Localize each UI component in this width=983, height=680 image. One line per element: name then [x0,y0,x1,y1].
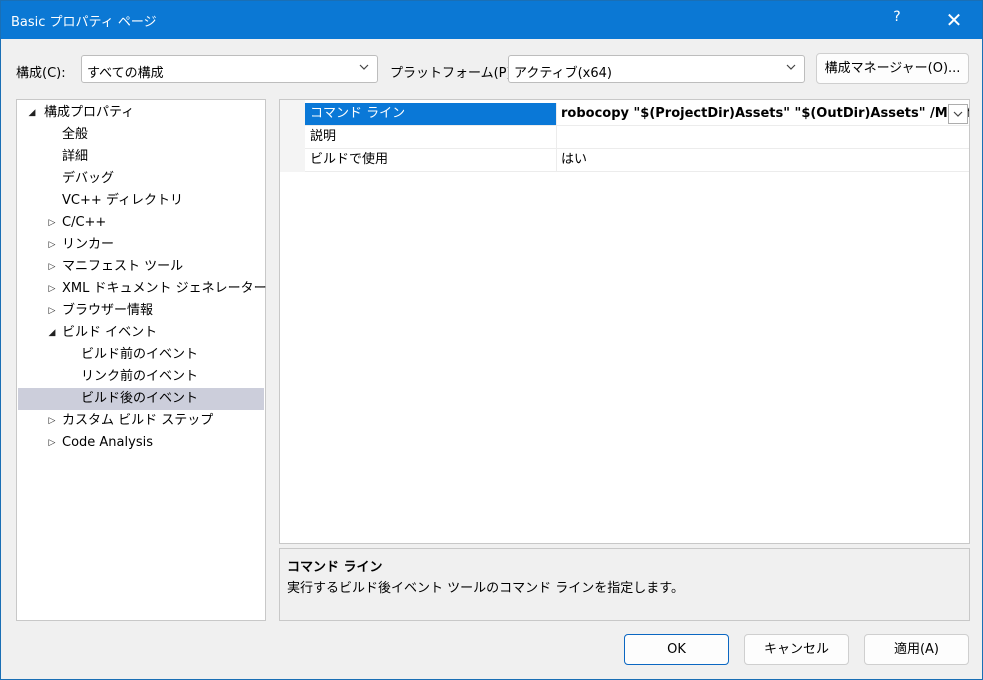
tree-item-label: XML ドキュメント ジェネレーター [62,281,267,296]
tree-item[interactable]: ▷ リンカー [18,234,264,256]
property-value[interactable]: robocopy "$(ProjectDir)Assets" "$(OutDir… [557,103,969,125]
collapsed-arrow-icon[interactable]: ▷ [46,432,58,454]
property-name: 説明 [305,126,557,148]
config-manager-label: 構成マネージャー(O)... [824,61,961,76]
grid-gutter [280,100,305,172]
tree-item-label: リンカー [62,237,115,252]
tree-item-label: デバッグ [62,171,115,186]
tree-item[interactable]: 詳細 [18,146,264,168]
value-dropdown-button[interactable] [948,104,968,124]
tree-item-label: ビルド イベント [62,325,158,340]
chevron-down-icon [786,64,796,70]
apply-label: 適用(A) [893,642,940,657]
property-pages-dialog: Basic プロパティ ページ ? ✕ 構成(C): すべての構成 プラットフォ… [0,0,983,680]
tree-item-label: ブラウザー情報 [62,303,154,318]
grid-row-use-in-build[interactable]: ビルドで使用 はい [305,149,969,172]
property-name: ビルドで使用 [305,149,557,171]
ok-button[interactable]: OK [624,634,729,665]
collapsed-arrow-icon[interactable]: ▷ [46,234,58,256]
config-label: 構成(C): [16,66,66,81]
tree-item-label: VC++ ディレクトリ [62,193,183,208]
tree-item-label: ビルド前のイベント [81,347,199,362]
window-title: Basic プロパティ ページ [11,15,157,30]
tree-item-label: カスタム ビルド ステップ [62,413,214,428]
collapsed-arrow-icon[interactable]: ▷ [46,410,58,432]
tree-item-label: ビルド後のイベント [81,391,199,406]
apply-button[interactable]: 適用(A) [864,634,969,665]
category-tree[interactable]: ◢ 構成プロパティ全般詳細デバッグ VC++ ディレクトリ ▷ C/C++ ▷ リンカー ▷ マ… [16,99,267,621]
chevron-down-icon [359,64,369,70]
collapsed-arrow-icon[interactable]: ▷ [46,300,58,322]
tree-item[interactable]: リンク前のイベント [18,366,264,388]
help-button[interactable]: ? [887,9,907,29]
close-button[interactable]: ✕ [941,7,967,33]
tree-item[interactable]: ▷ カスタム ビルド ステップ [18,410,264,432]
platform-value: アクティブ(x64) [514,66,612,81]
tree-item-label: 全般 [62,127,89,142]
property-name: コマンド ライン [305,103,557,125]
config-combobox[interactable]: すべての構成 [81,55,378,83]
description-text: 実行するビルド後イベント ツールのコマンド ラインを指定します。 [287,581,684,596]
title-bar: Basic プロパティ ページ ? ✕ [1,1,982,39]
tree-item[interactable]: VC++ ディレクトリ [18,190,264,212]
config-value: すべての構成 [87,66,164,81]
property-value[interactable] [557,126,969,148]
cancel-label: キャンセル [763,642,829,657]
tree-item-label: リンク前のイベント [81,369,199,384]
tree-item-label: 構成プロパティ [44,105,135,120]
grid-row-command-line[interactable]: コマンド ライン robocopy "$(ProjectDir)Assets" … [305,103,969,126]
config-manager-button[interactable]: 構成マネージャー(O)... [816,53,969,84]
tree-item[interactable]: ▷ マニフェスト ツール [18,256,264,278]
tree-item[interactable]: ビルド前のイベント [18,344,264,366]
tree-item[interactable]: デバッグ [18,168,264,190]
tree-item-label: Code Analysis [62,435,153,450]
tree-item[interactable]: ▷ Code Analysis [18,432,264,454]
ok-label: OK [667,642,686,657]
tree-item-label: 詳細 [62,149,89,164]
collapsed-arrow-icon[interactable]: ▷ [46,256,58,278]
tree-item[interactable]: ▷ XML ドキュメント ジェネレーター [18,278,267,300]
tree-item[interactable]: ビルド後のイベント [18,388,264,410]
property-value[interactable]: はい [557,149,969,171]
tree-item[interactable]: ▷ ブラウザー情報 [18,300,264,322]
expanded-arrow-icon[interactable]: ◢ [26,102,38,124]
tree-item[interactable]: 全般 [18,124,264,146]
tree-item[interactable]: ▷ C/C++ [18,212,264,234]
collapsed-arrow-icon[interactable]: ▷ [46,212,58,234]
chevron-down-icon [953,111,963,117]
tree-item-label: マニフェスト ツール [62,259,184,274]
grid-row-description[interactable]: 説明 [305,126,969,149]
cancel-button[interactable]: キャンセル [744,634,849,665]
property-grid[interactable]: コマンド ライン robocopy "$(ProjectDir)Assets" … [279,99,970,544]
description-title: コマンド ライン [287,560,383,575]
tree-item[interactable]: ◢ ビルド イベント [18,322,264,344]
expanded-arrow-icon[interactable]: ◢ [46,322,58,344]
collapsed-arrow-icon[interactable]: ▷ [46,278,58,300]
tree-item-label: C/C++ [62,215,107,230]
platform-combobox[interactable]: アクティブ(x64) [508,55,805,83]
description-panel: コマンド ライン 実行するビルド後イベント ツールのコマンド ラインを指定します… [279,548,970,621]
platform-label: プラットフォーム(P): [390,66,516,81]
tree-item[interactable]: ◢ 構成プロパティ [18,102,264,124]
